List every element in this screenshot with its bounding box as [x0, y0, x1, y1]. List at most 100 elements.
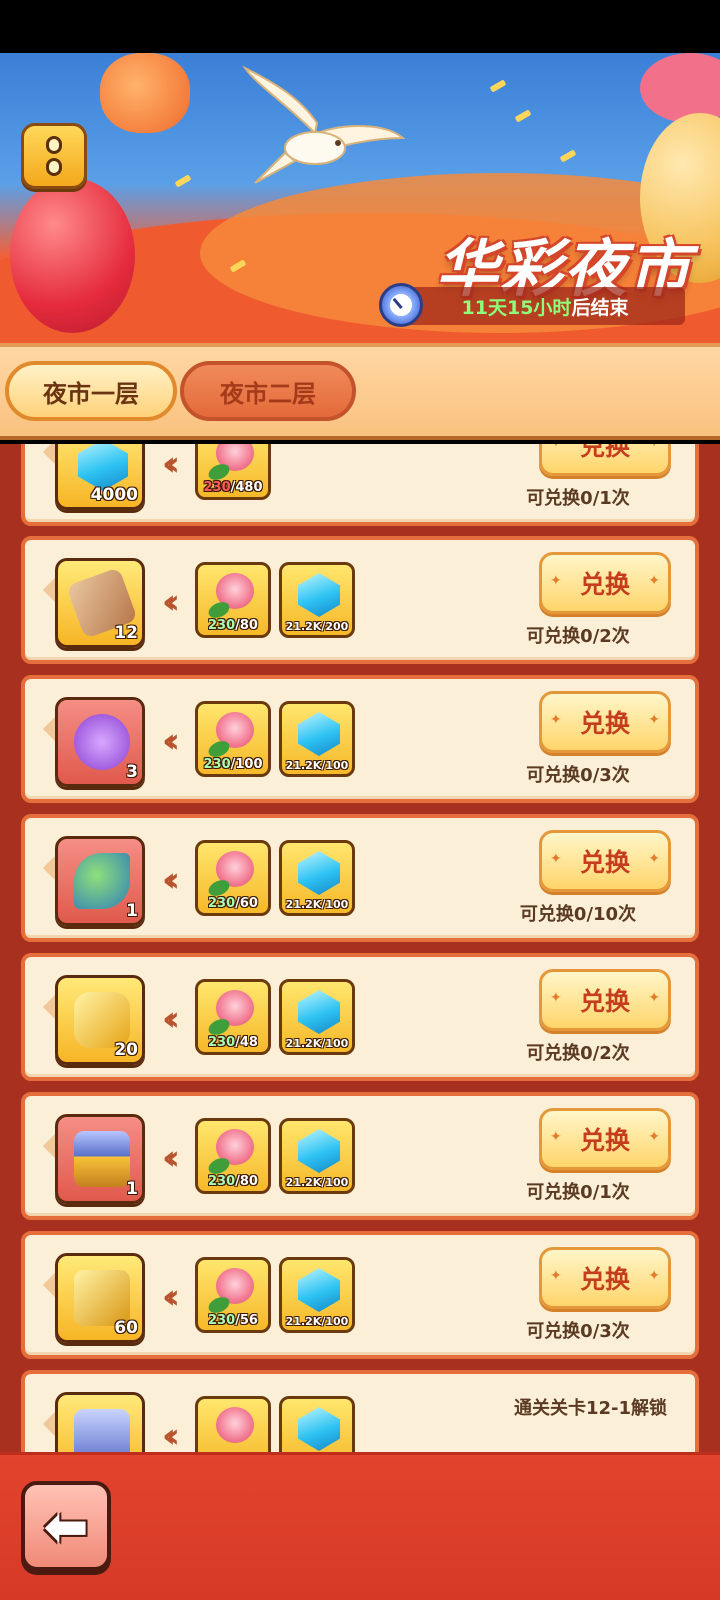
back-button[interactable]: ⬅ — [21, 1481, 111, 1571]
gem-cost: 21.2K/100 — [279, 701, 355, 777]
flower-required: /48 — [235, 1035, 258, 1050]
confetti — [559, 149, 577, 163]
clock-icon — [379, 283, 423, 327]
reward-quantity: 3 — [126, 762, 138, 782]
reward-quantity: 12 — [114, 623, 138, 643]
exchange-limit: 可兑换0/3次 — [526, 765, 630, 786]
exchange-row: 60 ‹‹ 230/56 21.2K/100 兑换 可兑换0/3次 — [21, 1231, 699, 1359]
exchange-list[interactable]: 4000 ‹‹ 230/480 兑换 可兑换0/1次 12 ‹‹ 230/80 … — [0, 444, 720, 1452]
flower-owned: 230 — [208, 1174, 236, 1189]
exchange-row: 1 ‹‹ 230/60 21.2K/100 兑换 可兑换0/10次 — [21, 814, 699, 942]
reward-slot[interactable]: 60 — [55, 1253, 145, 1343]
exchange-limit: 可兑换0/1次 — [526, 1182, 630, 1203]
gem-cost-label: 21.2K/200 — [285, 620, 349, 633]
bottom-bar: ⬅ — [0, 1452, 720, 1600]
chevron-left-icon: ‹‹ — [162, 721, 180, 761]
tab-floor-2[interactable]: 夜市二层 — [180, 361, 356, 421]
reward-slot[interactable] — [55, 1392, 145, 1452]
chevron-left-icon: ‹‹ — [162, 1416, 180, 1452]
gem-cost: 21.2K/100 — [279, 840, 355, 916]
chevron-left-icon: ‹‹ — [162, 1138, 180, 1178]
gem-icon — [298, 712, 340, 756]
exchange-button[interactable]: 兑换 — [539, 1108, 671, 1170]
gem-icon — [298, 1268, 340, 1312]
reward-slot[interactable]: 4000 — [55, 444, 145, 510]
flower-cost: 230/48 — [195, 979, 271, 1055]
magic-scroll-icon — [74, 714, 130, 770]
exchange-button[interactable]: 兑换 — [539, 444, 671, 476]
treasure-chest-icon — [74, 1131, 130, 1187]
flower-cost: 230/100 — [195, 701, 271, 777]
flower-icon — [216, 1407, 254, 1443]
menu-button[interactable] — [21, 123, 87, 189]
chevron-left-icon: ‹‹ — [162, 444, 180, 484]
flower-cost: 230/80 — [195, 562, 271, 638]
event-timer: 11天15小时 后结束 — [405, 287, 685, 325]
gem-cost — [279, 1396, 355, 1452]
flower-required: /80 — [235, 1174, 258, 1189]
reward-slot[interactable]: 3 — [55, 697, 145, 787]
exchange-limit: 可兑换0/3次 — [526, 1321, 630, 1342]
chevron-left-icon: ‹‹ — [162, 582, 180, 622]
arrow-left-icon: ⬅ — [43, 1494, 89, 1558]
exchange-button[interactable]: 兑换 — [539, 969, 671, 1031]
exchange-limit: 可兑换0/2次 — [526, 1043, 630, 1064]
menu-icon — [46, 136, 62, 154]
exchange-button[interactable]: 兑换 — [539, 552, 671, 614]
chevron-left-icon: ‹‹ — [162, 999, 180, 1039]
flower-owned: 230 — [208, 1035, 236, 1050]
gem-icon — [298, 1129, 340, 1173]
lantern-icon — [100, 53, 190, 133]
gem-cost: 21.2K/100 — [279, 1257, 355, 1333]
chevron-left-icon: ‹‹ — [162, 860, 180, 900]
gem-icon — [298, 990, 340, 1034]
flower-required: /56 — [235, 1313, 258, 1328]
reward-quantity: 1 — [126, 1179, 138, 1199]
flower-cost: 230/480 — [195, 444, 271, 500]
reward-slot[interactable]: 1 — [55, 836, 145, 926]
bean-pod-icon — [74, 853, 130, 909]
flower-owned: 230 — [208, 1313, 236, 1328]
status-bar — [0, 0, 720, 53]
flower-required: /60 — [235, 896, 258, 911]
reward-slot[interactable]: 12 — [55, 558, 145, 648]
flower-required: /100 — [230, 757, 263, 772]
reward-quantity: 60 — [114, 1318, 138, 1338]
timer-remaining: 11天15小时 — [461, 296, 572, 319]
dove-icon — [242, 65, 405, 184]
exchange-button[interactable]: 兑换 — [539, 1247, 671, 1309]
gem-icon — [298, 1407, 340, 1451]
gem-cost-label: 21.2K/100 — [285, 1176, 349, 1189]
gem-icon — [298, 851, 340, 895]
exchange-limit: 可兑换0/10次 — [519, 904, 637, 925]
gem-icon — [298, 573, 340, 617]
confetti — [489, 79, 507, 93]
flower-cost: 230/60 — [195, 840, 271, 916]
pink-balloon-icon — [640, 53, 720, 123]
reward-slot[interactable]: 1 — [55, 1114, 145, 1204]
confetti — [514, 109, 532, 123]
reward-quantity: 20 — [114, 1040, 138, 1060]
gem-icon — [78, 444, 128, 491]
flower-owned: 230 — [203, 757, 231, 772]
gem-cost-label: 21.2K/100 — [285, 759, 349, 772]
exchange-row: 12 ‹‹ 230/80 21.2K/200 兑换 可兑换0/2次 — [21, 536, 699, 664]
flower-required: /480 — [230, 480, 263, 495]
confetti — [174, 174, 192, 188]
exchange-row: 20 ‹‹ 230/48 21.2K/100 兑换 可兑换0/2次 — [21, 953, 699, 1081]
unlock-condition: 通关关卡12-1解锁 — [513, 1398, 667, 1419]
chest-icon — [74, 1409, 130, 1452]
exchange-button[interactable]: 兑换 — [539, 830, 671, 892]
gem-cost-label: 21.2K/100 — [285, 898, 349, 911]
gem-cost: 21.2K/100 — [279, 1118, 355, 1194]
flower-owned: 230 — [208, 618, 236, 633]
exchange-limit: 可兑换0/1次 — [526, 488, 630, 509]
gem-cost: 21.2K/200 — [279, 562, 355, 638]
reward-slot[interactable]: 20 — [55, 975, 145, 1065]
exchange-button[interactable]: 兑换 — [539, 691, 671, 753]
timer-suffix: 后结束 — [571, 296, 629, 319]
gem-cost-label: 21.2K/100 — [285, 1315, 349, 1328]
flower-owned: 230 — [208, 896, 236, 911]
chevron-left-icon: ‹‹ — [162, 1277, 180, 1317]
tab-floor-1[interactable]: 夜市一层 — [5, 361, 177, 421]
